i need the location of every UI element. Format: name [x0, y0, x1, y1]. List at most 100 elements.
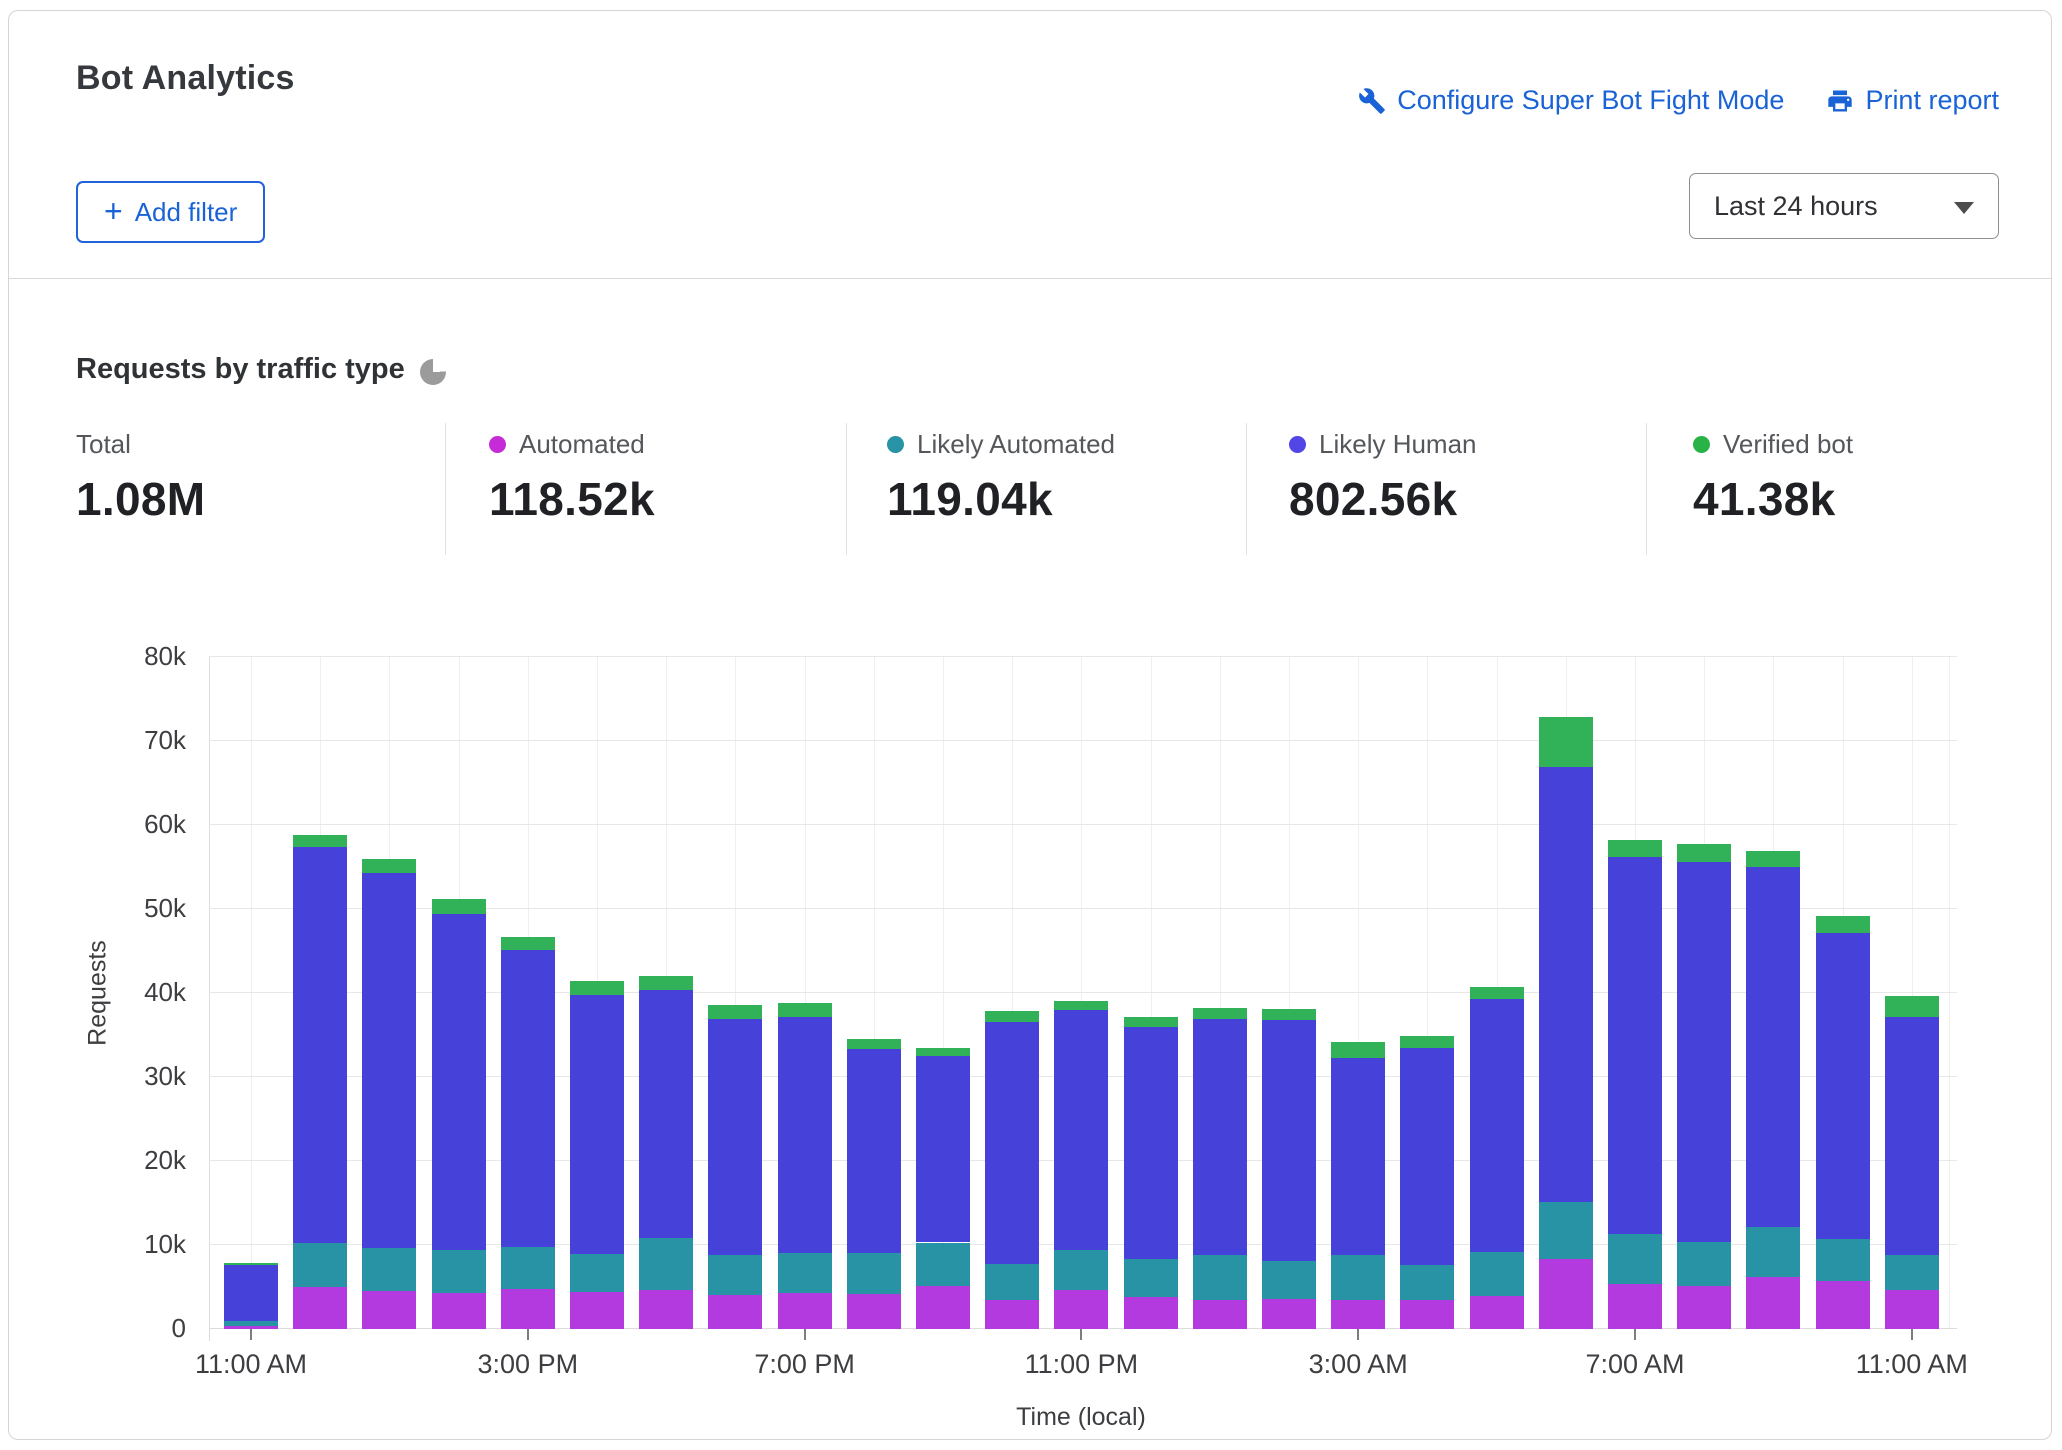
bar-segment-automated[interactable] [1539, 1259, 1593, 1329]
time-range-select[interactable]: Last 24 hours [1689, 173, 1999, 239]
bar-segment-likely-human[interactable] [708, 1019, 762, 1255]
bar-segment-automated[interactable] [1746, 1277, 1800, 1329]
bar-segment-likely-automated[interactable] [501, 1247, 555, 1289]
bar-segment-likely-human[interactable] [1262, 1020, 1316, 1261]
bar-segment-verified-bot[interactable] [1470, 987, 1524, 999]
bar-segment-likely-human[interactable] [1885, 1017, 1939, 1255]
bar-segment-verified-bot[interactable] [778, 1003, 832, 1016]
bar-segment-likely-human[interactable] [916, 1056, 970, 1242]
bar-segment-likely-human[interactable] [501, 950, 555, 1247]
bar-segment-automated[interactable] [1124, 1297, 1178, 1329]
bar-segment-verified-bot[interactable] [708, 1005, 762, 1019]
bar-segment-automated[interactable] [1331, 1300, 1385, 1329]
bar-segment-likely-human[interactable] [1816, 933, 1870, 1240]
bar-segment-automated[interactable] [570, 1292, 624, 1329]
bar-segment-likely-human[interactable] [1539, 767, 1593, 1202]
bar-segment-automated[interactable] [1262, 1299, 1316, 1329]
bar-segment-verified-bot[interactable] [1608, 840, 1662, 857]
bar-segment-automated[interactable] [1470, 1296, 1524, 1329]
bar-segment-likely-automated[interactable] [1816, 1239, 1870, 1281]
bar-segment-verified-bot[interactable] [570, 981, 624, 994]
bar-segment-likely-human[interactable] [432, 914, 486, 1250]
bar-segment-likely-automated[interactable] [708, 1255, 762, 1294]
bar-segment-verified-bot[interactable] [1539, 717, 1593, 767]
bar-segment-likely-human[interactable] [1746, 867, 1800, 1227]
bar-segment-verified-bot[interactable] [1193, 1008, 1247, 1019]
bar-segment-likely-automated[interactable] [224, 1321, 278, 1326]
bar-segment-automated[interactable] [1608, 1284, 1662, 1329]
bar-segment-verified-bot[interactable] [1262, 1009, 1316, 1020]
bar-segment-likely-human[interactable] [1054, 1010, 1108, 1250]
bar-segment-automated[interactable] [1193, 1300, 1247, 1329]
bar-segment-automated[interactable] [501, 1289, 555, 1329]
bar-segment-verified-bot[interactable] [432, 899, 486, 914]
bar-segment-likely-automated[interactable] [1470, 1252, 1524, 1297]
bar-segment-likely-human[interactable] [847, 1049, 901, 1253]
bar-segment-likely-human[interactable] [224, 1265, 278, 1321]
bar-segment-likely-automated[interactable] [1608, 1234, 1662, 1284]
bar-segment-automated[interactable] [639, 1290, 693, 1329]
stat-likely-automated[interactable]: Likely Automated 119.04k [887, 429, 1247, 526]
add-filter-button[interactable]: + Add filter [76, 181, 265, 243]
bar-segment-likely-automated[interactable] [1262, 1261, 1316, 1299]
bar-segment-likely-human[interactable] [1470, 999, 1524, 1252]
bar-segment-verified-bot[interactable] [1885, 996, 1939, 1017]
bar-segment-likely-automated[interactable] [1054, 1250, 1108, 1290]
bar-segment-verified-bot[interactable] [1746, 851, 1800, 867]
bar-segment-automated[interactable] [916, 1286, 970, 1329]
bar-segment-likely-automated[interactable] [916, 1243, 970, 1287]
bar-segment-likely-human[interactable] [1193, 1019, 1247, 1255]
bar-segment-likely-human[interactable] [570, 995, 624, 1255]
bar-segment-likely-human[interactable] [293, 847, 347, 1243]
bar-segment-automated[interactable] [1885, 1290, 1939, 1329]
bar-segment-likely-automated[interactable] [985, 1264, 1039, 1300]
bar-segment-verified-bot[interactable] [1400, 1036, 1454, 1049]
bar-segment-verified-bot[interactable] [639, 976, 693, 990]
bar-segment-likely-human[interactable] [1331, 1058, 1385, 1255]
bar-segment-likely-automated[interactable] [1539, 1202, 1593, 1259]
bar-segment-likely-human[interactable] [1124, 1027, 1178, 1260]
bar-segment-likely-automated[interactable] [1885, 1255, 1939, 1289]
bar-segment-likely-automated[interactable] [1331, 1255, 1385, 1300]
bar-segment-verified-bot[interactable] [501, 937, 555, 950]
bar-segment-likely-automated[interactable] [570, 1254, 624, 1292]
bar-segment-likely-automated[interactable] [1193, 1255, 1247, 1300]
bar-segment-likely-automated[interactable] [1746, 1227, 1800, 1277]
bar-segment-likely-human[interactable] [778, 1017, 832, 1253]
print-report-link[interactable]: Print report [1826, 85, 1999, 116]
bar-segment-automated[interactable] [1400, 1300, 1454, 1329]
bar-segment-likely-human[interactable] [1400, 1048, 1454, 1265]
bar-segment-automated[interactable] [293, 1287, 347, 1329]
bar-segment-automated[interactable] [708, 1295, 762, 1329]
configure-super-bot-fight-mode-link[interactable]: Configure Super Bot Fight Mode [1358, 85, 1784, 116]
bar-segment-automated[interactable] [847, 1294, 901, 1329]
bar-segment-verified-bot[interactable] [847, 1039, 901, 1049]
bar-segment-likely-human[interactable] [639, 990, 693, 1238]
bar-segment-likely-human[interactable] [1608, 857, 1662, 1234]
bar-segment-likely-human[interactable] [1677, 862, 1731, 1242]
bar-segment-likely-automated[interactable] [1677, 1242, 1731, 1287]
bar-segment-verified-bot[interactable] [1816, 916, 1870, 933]
bar-segment-likely-human[interactable] [985, 1022, 1039, 1265]
bar-segment-verified-bot[interactable] [293, 835, 347, 847]
bar-segment-likely-automated[interactable] [1124, 1259, 1178, 1297]
bar-segment-automated[interactable] [362, 1291, 416, 1329]
bar-segment-verified-bot[interactable] [1331, 1042, 1385, 1058]
bar-segment-likely-automated[interactable] [1400, 1265, 1454, 1299]
stat-verified-bot[interactable]: Verified bot 41.38k [1693, 429, 2053, 526]
bar-segment-verified-bot[interactable] [1677, 844, 1731, 862]
bar-segment-verified-bot[interactable] [224, 1263, 278, 1266]
bar-segment-automated[interactable] [778, 1293, 832, 1329]
bar-segment-automated[interactable] [1677, 1286, 1731, 1329]
bar-segment-likely-automated[interactable] [362, 1248, 416, 1291]
bar-segment-automated[interactable] [1816, 1281, 1870, 1329]
bar-segment-verified-bot[interactable] [916, 1048, 970, 1056]
bar-segment-verified-bot[interactable] [1124, 1017, 1178, 1027]
bar-segment-likely-automated[interactable] [778, 1253, 832, 1293]
bar-segment-likely-automated[interactable] [432, 1250, 486, 1293]
bar-segment-verified-bot[interactable] [362, 859, 416, 873]
bar-segment-likely-automated[interactable] [847, 1253, 901, 1293]
bar-segment-likely-human[interactable] [362, 873, 416, 1248]
stat-automated[interactable]: Automated 118.52k [489, 429, 849, 526]
bar-segment-verified-bot[interactable] [985, 1011, 1039, 1022]
